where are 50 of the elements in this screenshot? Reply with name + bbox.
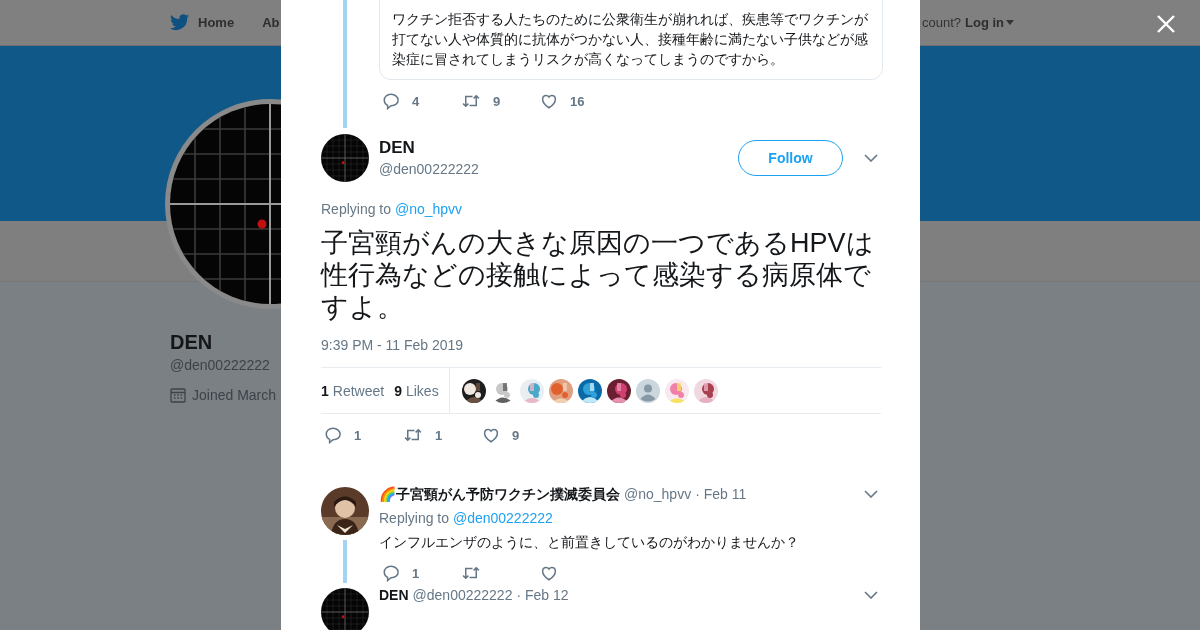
tweet-date[interactable]: · Feb 12 <box>516 583 861 607</box>
heart-icon[interactable] <box>540 92 558 110</box>
tweet-text: 子宮頸がんの大きな原因の一つであるHPVは性行為などの接触によって感染する病原体ですよ。 <box>321 227 875 323</box>
stat-link[interactable]: 1 Retweet <box>321 382 385 399</box>
quoted-tweet-text: ワクチン拒否する人たちのために公衆衛生が崩れれば、疾患等でワクチンが打てない人や体質的に抗体がつかない人、接種年齢に満たない子供などが感染症に冒されてしまうリスクが高くなってしまうのですから。 <box>379 0 883 80</box>
replying-to-line: Replying to @den00222222 <box>379 509 554 528</box>
chevron-icon[interactable] <box>861 154 881 162</box>
heart-icon[interactable] <box>482 426 500 444</box>
nav-link[interactable]: Ab <box>262 15 280 30</box>
profile-name: DEN <box>170 330 213 355</box>
retweet-icon[interactable] <box>461 564 481 582</box>
author-name[interactable]: DEN <box>379 583 409 607</box>
retweet-icon[interactable] <box>403 426 423 444</box>
reply-icon[interactable] <box>382 564 400 582</box>
bird-icon <box>170 14 190 31</box>
reply-icon[interactable] <box>324 426 342 444</box>
joined-date: Joined March <box>192 387 277 403</box>
tweet-timestamp[interactable]: 9:39 PM - 11 Feb 2019 <box>321 336 881 354</box>
tweet-date[interactable]: · Feb 11 <box>695 482 861 506</box>
mention-link[interactable]: @no_hpvv <box>394 201 463 217</box>
avatar-icon[interactable] <box>635 378 660 403</box>
tweet-text: インフルエンザのように、と前置きしているのがわかりませんか？ <box>379 533 800 552</box>
caret-icon[interactable] <box>1006 20 1014 25</box>
heart-icon[interactable] <box>540 564 558 582</box>
action-count: 9 <box>493 93 501 109</box>
author-handle[interactable]: @no_hpvv <box>624 482 692 506</box>
login-link[interactable]: Log in <box>965 15 1014 30</box>
mention-link[interactable]: @den00222222 <box>452 510 553 526</box>
author-handle[interactable]: @den00222222 <box>412 583 513 607</box>
action-count: 4 <box>412 93 420 109</box>
close-icon[interactable] <box>1156 14 1176 34</box>
calendar-icon <box>170 387 186 403</box>
action-count: 16 <box>570 93 585 109</box>
action-count: 1 <box>354 427 362 443</box>
reply-icon[interactable] <box>382 92 400 110</box>
author-handle[interactable]: @den00222222 <box>379 159 738 179</box>
retweet-icon[interactable] <box>461 92 481 110</box>
action-count: 9 <box>512 427 520 443</box>
follow-button[interactable]: Follow <box>738 140 843 176</box>
stat-link[interactable]: 9 Likes <box>394 382 439 399</box>
action-count: 1 <box>435 427 443 443</box>
chevron-icon[interactable] <box>861 490 881 498</box>
replying-to-line: Replying to @no_hpvv <box>321 200 464 218</box>
author-name[interactable]: DEN <box>379 137 738 159</box>
author-name[interactable]: 🌈子宮頸がん予防ワクチン撲滅委員会 <box>379 482 620 506</box>
chevron-icon[interactable] <box>861 591 881 599</box>
profile-handle: @den00222222 <box>170 356 270 375</box>
nav-link[interactable]: Home <box>170 14 235 31</box>
account-prompt: count? <box>921 15 961 30</box>
action-count: 1 <box>412 565 420 581</box>
